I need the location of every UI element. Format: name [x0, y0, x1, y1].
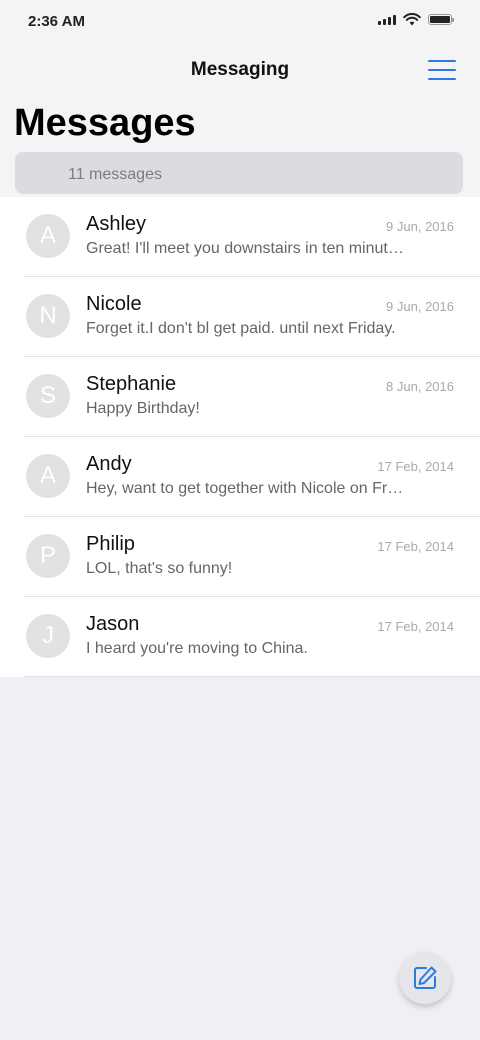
wifi-icon — [403, 13, 421, 26]
battery-icon — [428, 14, 454, 25]
message-row[interactable]: N Nicole 9 Jun, 2016 Forget it.I don't b… — [0, 277, 480, 357]
compose-button[interactable] — [399, 952, 451, 1004]
page-title: Messages — [14, 96, 474, 150]
message-count-label: 11 messages — [68, 166, 162, 183]
avatar: A — [26, 454, 70, 498]
message-date: 17 Feb, 2014 — [377, 539, 454, 554]
status-icons — [378, 13, 454, 26]
message-date: 17 Feb, 2014 — [377, 619, 454, 634]
contact-name: Nicole — [86, 293, 142, 315]
message-row[interactable]: A Andy 17 Feb, 2014 Hey, want to get tog… — [0, 437, 480, 517]
avatar: N — [26, 294, 70, 338]
message-preview: LOL, that's so funny! — [86, 560, 233, 577]
contact-name: Jason — [86, 613, 140, 635]
nav-title: Messaging — [190, 59, 290, 80]
row-divider — [24, 676, 480, 677]
message-list: A Ashley 9 Jun, 2016 Great! I'll meet yo… — [0, 197, 480, 677]
message-date: 9 Jun, 2016 — [386, 299, 454, 314]
message-row[interactable]: A Ashley 9 Jun, 2016 Great! I'll meet yo… — [0, 197, 480, 277]
message-row[interactable]: P Philip 17 Feb, 2014 LOL, that's so fun… — [0, 517, 480, 597]
status-time: 2:36 AM — [28, 13, 85, 30]
message-row[interactable]: J Jason 17 Feb, 2014 I heard you're movi… — [0, 597, 480, 677]
avatar: J — [26, 614, 70, 658]
avatar: P — [26, 534, 70, 578]
message-preview: Great! I'll meet you downstairs in ten m… — [86, 240, 406, 257]
signal-icon — [378, 14, 396, 25]
avatar: A — [26, 214, 70, 258]
message-date: 8 Jun, 2016 — [386, 379, 454, 394]
message-date: 9 Jun, 2016 — [386, 219, 454, 234]
contact-name: Ashley — [86, 213, 147, 235]
message-preview: I heard you're moving to China. — [86, 640, 308, 657]
message-date: 17 Feb, 2014 — [377, 459, 454, 474]
nav-bar: Messaging — [0, 44, 480, 96]
compose-edit-icon — [414, 966, 437, 989]
contact-name: Stephanie — [86, 373, 177, 395]
status-bar: 2:36 AM — [0, 0, 480, 44]
avatar: S — [26, 374, 70, 418]
message-preview: Hey, want to get together with Nicole on… — [86, 480, 406, 497]
hamburger-menu-icon[interactable] — [428, 60, 456, 80]
contact-name: Philip — [86, 533, 135, 555]
message-preview: Forget it.I don't bl get paid. until nex… — [86, 320, 396, 337]
contact-name: Andy — [86, 453, 132, 475]
message-count-bar[interactable]: 11 messages — [15, 152, 463, 194]
message-preview: Happy Birthday! — [86, 400, 200, 417]
message-row[interactable]: S Stephanie 8 Jun, 2016 Happy Birthday! — [0, 357, 480, 437]
